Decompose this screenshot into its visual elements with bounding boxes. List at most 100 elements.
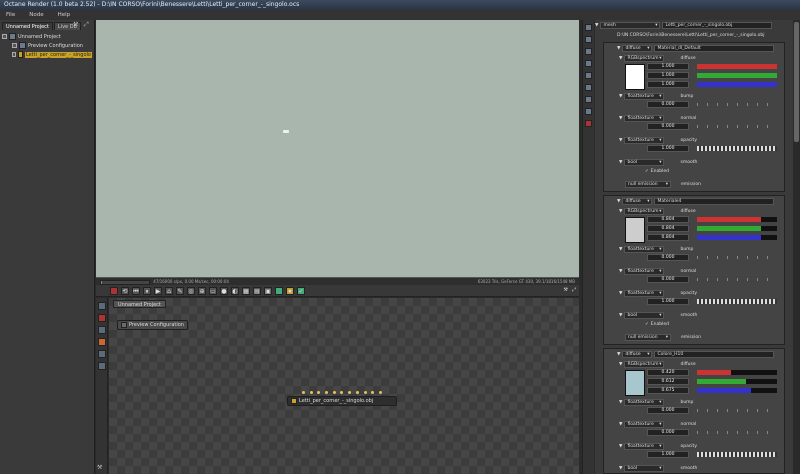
rgb-value-1[interactable]: 0.612 [647, 378, 689, 385]
collapse-icon[interactable]: ▼ [619, 94, 622, 99]
emission-icon[interactable] [97, 338, 106, 346]
rgb-slider-1[interactable] [697, 226, 777, 231]
material-icon[interactable] [97, 314, 106, 322]
bump-value[interactable]: 0.000 [647, 254, 689, 261]
wrench-icon[interactable]: ⚒ [73, 21, 78, 28]
expand-icon[interactable]: ▼ [595, 23, 598, 28]
rgb-dropdown[interactable]: RGBspectrum ▾ [624, 55, 665, 62]
bump-dropdown[interactable]: floattexture ▾ [624, 399, 665, 406]
smooth-checkbox[interactable]: ✓ Enabled [645, 320, 685, 328]
grid-icon[interactable]: ▦ [242, 286, 250, 295]
node-preview-configuration[interactable]: Preview Configuration [117, 320, 188, 330]
pause-icon[interactable]: ⏸ [143, 286, 151, 295]
tree-item-preview-config[interactable]: Preview Configuration [2, 41, 92, 50]
collapse-icon[interactable]: ▼ [619, 209, 622, 214]
layers-icon[interactable] [585, 36, 592, 43]
node-icon[interactable] [97, 302, 106, 310]
collapse-icon[interactable]: ▼ [619, 160, 622, 165]
tab-unnamed-project[interactable]: Unnamed Project [2, 22, 53, 30]
rgb-dropdown[interactable]: RGBspectrum ▾ [624, 361, 665, 368]
bump-slider[interactable] [697, 103, 777, 106]
opacity-dropdown[interactable]: floattexture ▾ [624, 443, 665, 450]
menu-help[interactable]: Help [58, 12, 71, 18]
texture-icon[interactable] [97, 326, 106, 334]
color-swatch[interactable] [625, 217, 645, 243]
collapse-icon[interactable]: ▼ [619, 400, 622, 405]
camera-icon[interactable] [110, 286, 118, 295]
bump-value[interactable]: 0.000 [647, 407, 689, 414]
rgb-value-2[interactable]: 0.675 [647, 387, 689, 394]
menu-node[interactable]: Node [29, 12, 43, 18]
normal-value[interactable]: 0.000 [647, 123, 689, 130]
emission-dropdown[interactable]: null emission ▾ [625, 334, 671, 341]
collapse-icon[interactable]: ▼ [619, 422, 622, 427]
opacity-slider[interactable] [697, 146, 777, 151]
normal-dropdown[interactable]: floattexture ▾ [624, 268, 665, 275]
rgb-value-1[interactable]: 0.804 [647, 225, 689, 232]
node-type-dropdown[interactable]: mesh ▾ [600, 22, 661, 29]
expand-icon[interactable]: ⤢ [84, 21, 89, 29]
render-viewport[interactable] [96, 20, 579, 277]
collapse-icon[interactable]: ▼ [617, 46, 620, 51]
rgb-value-1[interactable]: 1.000 [647, 72, 689, 79]
collapse-icon[interactable]: ▼ [617, 352, 620, 357]
normal-slider[interactable] [697, 278, 777, 281]
rgb-dropdown[interactable]: RGBspectrum ▾ [624, 208, 665, 215]
opacity-value[interactable]: 1.000 [647, 145, 689, 152]
export-icon[interactable] [275, 286, 283, 295]
rgb-value-0[interactable]: 1.000 [647, 63, 689, 70]
opacity-value[interactable]: 1.000 [647, 451, 689, 458]
check-icon[interactable]: ✓ [297, 286, 305, 295]
pick-icon[interactable]: ✎ [176, 286, 184, 295]
expand-icon[interactable] [12, 43, 17, 48]
bool-dropdown[interactable]: bool ▾ [624, 312, 665, 319]
material-icon[interactable] [585, 120, 592, 127]
bool-dropdown[interactable]: bool ▾ [624, 465, 665, 472]
lock-icon[interactable]: ⌂ [165, 286, 173, 295]
color-swatch[interactable] [625, 370, 645, 396]
opacity-dropdown[interactable]: floattexture ▾ [624, 137, 665, 144]
smooth-checkbox[interactable]: ✓ Enabled [645, 167, 685, 175]
collapse-icon[interactable]: ▼ [619, 444, 622, 449]
opacity-slider[interactable] [697, 299, 777, 304]
menu-file[interactable]: File [6, 12, 15, 18]
tree-item-project[interactable]: Unnamed Project [2, 32, 92, 41]
collapse-icon[interactable]: ▼ [619, 138, 622, 143]
collapse-icon[interactable]: ▼ [619, 247, 622, 252]
rgb-slider-0[interactable] [697, 64, 777, 69]
rgb-value-2[interactable]: 0.804 [647, 234, 689, 241]
opacity-dropdown[interactable]: floattexture ▾ [624, 290, 665, 297]
collapse-icon[interactable] [2, 34, 7, 39]
image-icon[interactable]: ▣ [264, 286, 272, 295]
camera-icon[interactable] [97, 350, 106, 358]
wrench-icon[interactable]: ⚒ [97, 464, 102, 471]
focus-icon[interactable]: ◎ [187, 286, 195, 295]
bump-dropdown[interactable]: floattexture ▾ [624, 93, 665, 100]
image-icon[interactable] [585, 108, 592, 115]
material-name-field[interactable]: Colore_H10 [654, 351, 775, 358]
material-name-field[interactable]: Materiale4 [654, 198, 775, 205]
sphere-dark-icon[interactable]: ◐ [231, 286, 239, 295]
pin-icon[interactable] [585, 24, 592, 31]
inspector-scrollbar[interactable] [793, 20, 800, 474]
rgb-slider-0[interactable] [697, 370, 777, 375]
zoom-icon[interactable]: ⊕ [198, 286, 206, 295]
sphere-icon[interactable]: ● [220, 286, 228, 295]
rgb-value-0[interactable]: 0.420 [647, 369, 689, 376]
normal-dropdown[interactable]: floattexture ▾ [624, 115, 665, 122]
rgb-slider-1[interactable] [697, 379, 777, 384]
normal-dropdown[interactable]: floattexture ▾ [624, 421, 665, 428]
expand-icon[interactable]: ⤢ [572, 287, 576, 293]
settings-icon[interactable] [585, 60, 592, 67]
opacity-slider[interactable] [697, 452, 777, 457]
bump-dropdown[interactable]: floattexture ▾ [624, 246, 665, 253]
material-name-field[interactable]: Material_dl_Default [654, 45, 775, 52]
wrench-icon[interactable]: ⚒ [564, 287, 568, 293]
normal-slider[interactable] [697, 431, 777, 434]
rgb-slider-2[interactable] [697, 235, 777, 240]
node-name-field[interactable]: Letti_per_corner_-_singolo.obj [662, 22, 773, 29]
rgb-slider-2[interactable] [697, 82, 777, 87]
table-icon[interactable]: ▤ [253, 286, 261, 295]
rgb-value-0[interactable]: 0.804 [647, 216, 689, 223]
environment-icon[interactable] [585, 96, 592, 103]
